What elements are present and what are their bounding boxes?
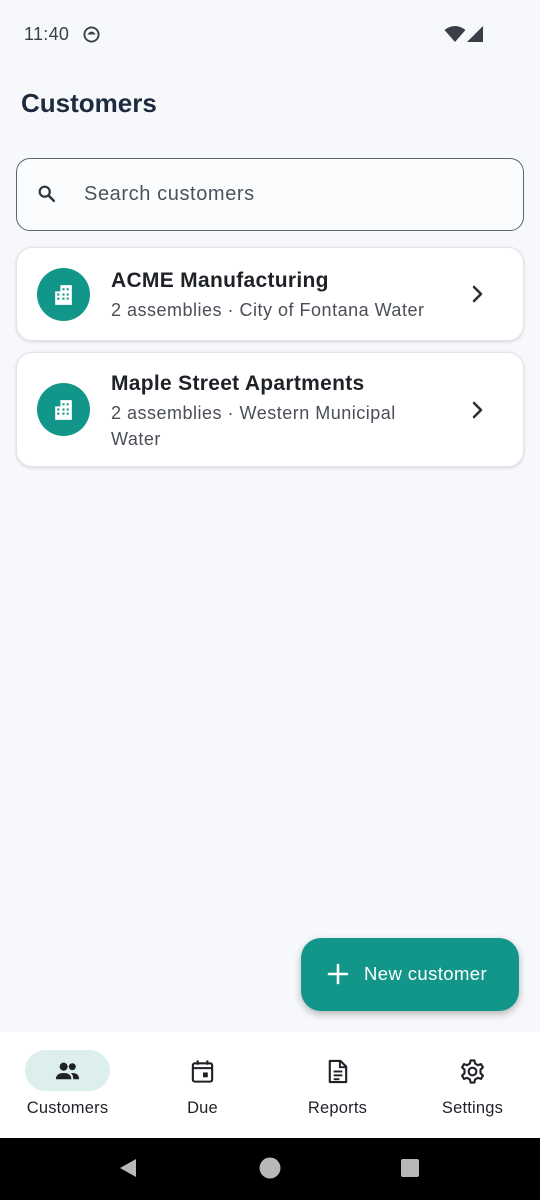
system-navigation-bar (0, 1138, 540, 1200)
customer-card[interactable]: Maple Street Apartments 2 assemblies · W… (16, 352, 524, 467)
people-icon (55, 1062, 80, 1080)
document-icon (328, 1059, 348, 1084)
nav-label: Reports (307, 1099, 368, 1117)
nav-item-reports[interactable]: Reports (270, 1032, 405, 1138)
gear-icon (461, 1059, 484, 1084)
customer-card[interactable]: ACME Manufacturing 2 assemblies · City o… (16, 247, 524, 341)
wifi-icon (444, 26, 466, 42)
home-icon[interactable] (259, 1157, 281, 1179)
building-icon (55, 400, 72, 420)
customer-name: Maple Street Apartments (111, 372, 365, 395)
customer-name: ACME Manufacturing (111, 269, 329, 292)
nav-item-due[interactable]: Due (135, 1032, 270, 1138)
new-customer-button[interactable]: New customer (301, 938, 519, 1011)
nav-label: Settings (441, 1099, 504, 1117)
search-input[interactable] (84, 178, 484, 210)
nav-item-customers[interactable]: Customers (0, 1032, 135, 1138)
status-time: 11:40 (24, 24, 70, 44)
recent-apps-icon[interactable] (400, 1158, 420, 1178)
chevron-right-icon (472, 285, 483, 303)
app-notification-icon (83, 26, 100, 43)
back-icon[interactable] (118, 1157, 138, 1179)
status-bar: 11:40 (0, 0, 540, 70)
customer-subtitle: 2 assemblies · City of Fontana Water (111, 300, 425, 320)
calendar-icon (191, 1060, 214, 1083)
customer-subtitle: 2 assemblies · Western Municipal Water (111, 403, 396, 449)
nav-item-settings[interactable]: Settings (405, 1032, 540, 1138)
nav-label: Due (187, 1099, 218, 1117)
bottom-navigation: Customers Due Reports Settings (0, 1032, 540, 1138)
plus-icon (327, 963, 349, 985)
chevron-right-icon (472, 401, 483, 419)
building-icon (55, 285, 72, 305)
customer-avatar (37, 383, 90, 436)
customer-avatar (37, 268, 90, 321)
page-title: Customers (21, 88, 157, 118)
cell-signal-icon (467, 26, 483, 42)
search-icon (38, 185, 56, 203)
new-customer-label: New customer (364, 963, 488, 984)
nav-label: Customers (26, 1099, 109, 1117)
